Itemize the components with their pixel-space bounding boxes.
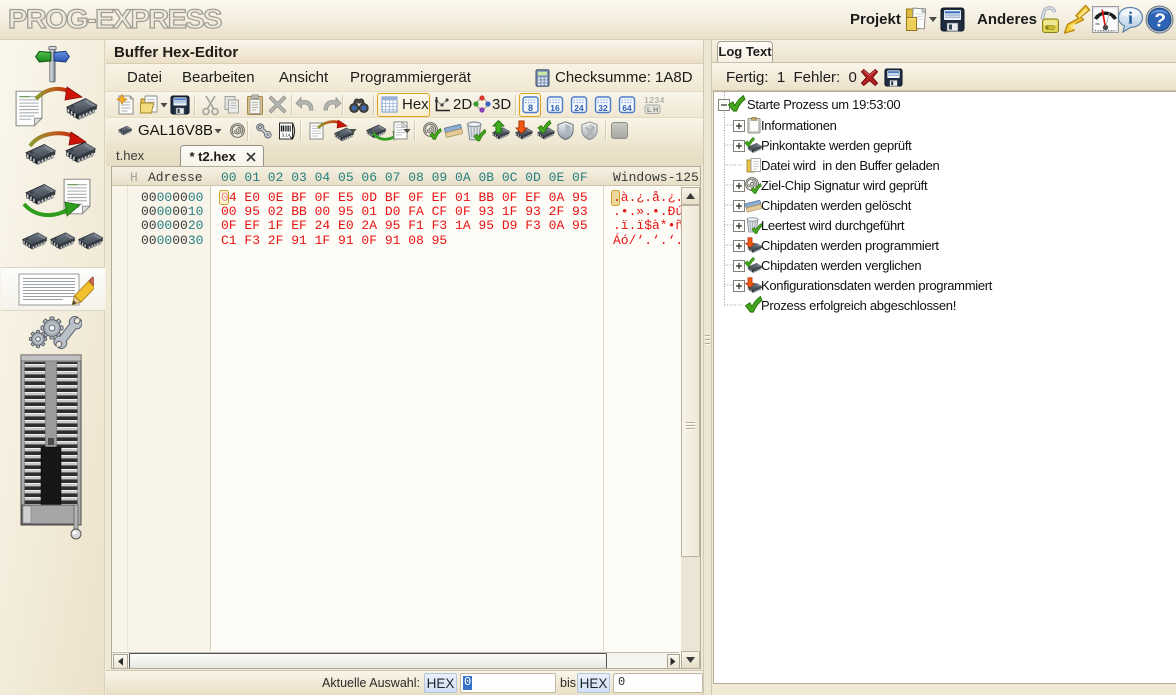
- svg-text:1234: 1234: [644, 95, 664, 105]
- svg-text:PROG-EXPRESS: PROG-EXPRESS: [8, 4, 226, 34]
- svg-text:3.14: 3.14: [282, 133, 291, 138]
- svg-text:32: 32: [598, 103, 608, 113]
- svg-text:?: ?: [1153, 10, 1167, 32]
- svg-text:8: 8: [528, 103, 533, 113]
- svg-text:64: 64: [622, 103, 632, 113]
- svg-text:i: i: [1128, 9, 1133, 28]
- svg-text:L H: L H: [647, 107, 658, 114]
- svg-text:24: 24: [574, 103, 584, 113]
- svg-text:16: 16: [550, 103, 560, 113]
